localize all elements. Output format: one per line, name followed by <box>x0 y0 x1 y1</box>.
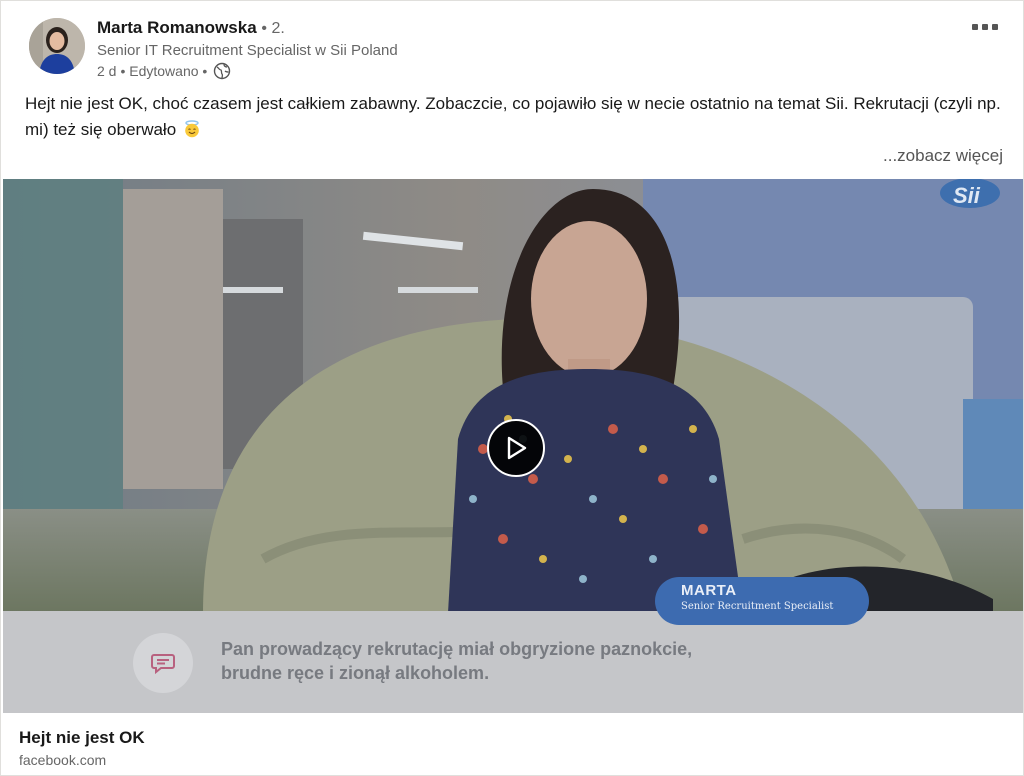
author-name-row: Marta Romanowska • 2. <box>97 17 285 40</box>
caption-line-1: Pan prowadzący rekrutację miał obgryzion… <box>221 639 693 659</box>
speaker-role: Senior Recruitment Specialist <box>681 601 834 612</box>
author-headline: Senior IT Recruitment Specialist w Sii P… <box>97 42 398 59</box>
feed-post-card: Marta Romanowska • 2. Senior IT Recruitm… <box>0 0 1024 776</box>
svg-text:Sii: Sii <box>953 183 981 208</box>
author-avatar[interactable] <box>29 18 85 74</box>
caption-line-2: brudne ręce i zionął alkoholem. <box>221 663 490 683</box>
link-title[interactable]: Hejt nie jest OK <box>19 727 145 749</box>
globe-icon <box>213 62 231 80</box>
post-text: Hejt nie jest OK, choć czasem jest całki… <box>25 94 1001 139</box>
speaker-name: MARTA <box>681 582 737 599</box>
post-body: Hejt nie jest OK, choć czasem jest całki… <box>25 91 1001 143</box>
speech-bubble-icon <box>133 633 193 693</box>
sii-logo: Sii <box>937 179 1007 213</box>
video-player[interactable]: Sii Pan prowadzący rekrutację miał obgry… <box>3 179 1023 713</box>
link-domain[interactable]: facebook.com <box>19 751 106 769</box>
video-caption: Pan prowadzący rekrutację miał obgryzion… <box>221 637 741 685</box>
connection-degree: • 2. <box>261 20 285 37</box>
smiling-face-with-halo-icon <box>183 120 201 138</box>
play-icon[interactable] <box>487 419 545 477</box>
see-more-link[interactable]: ...zobacz więcej <box>883 145 1003 167</box>
author-name[interactable]: Marta Romanowska <box>97 18 257 37</box>
video-frame <box>3 179 1023 613</box>
post-meta: 2 d • Edytowano • <box>97 61 231 81</box>
more-options-icon[interactable] <box>965 15 1005 39</box>
speaker-name-tag: MARTA Senior Recruitment Specialist <box>655 577 869 625</box>
post-time: 2 d <box>97 63 117 79</box>
edited-label: • Edytowano • <box>120 63 208 79</box>
